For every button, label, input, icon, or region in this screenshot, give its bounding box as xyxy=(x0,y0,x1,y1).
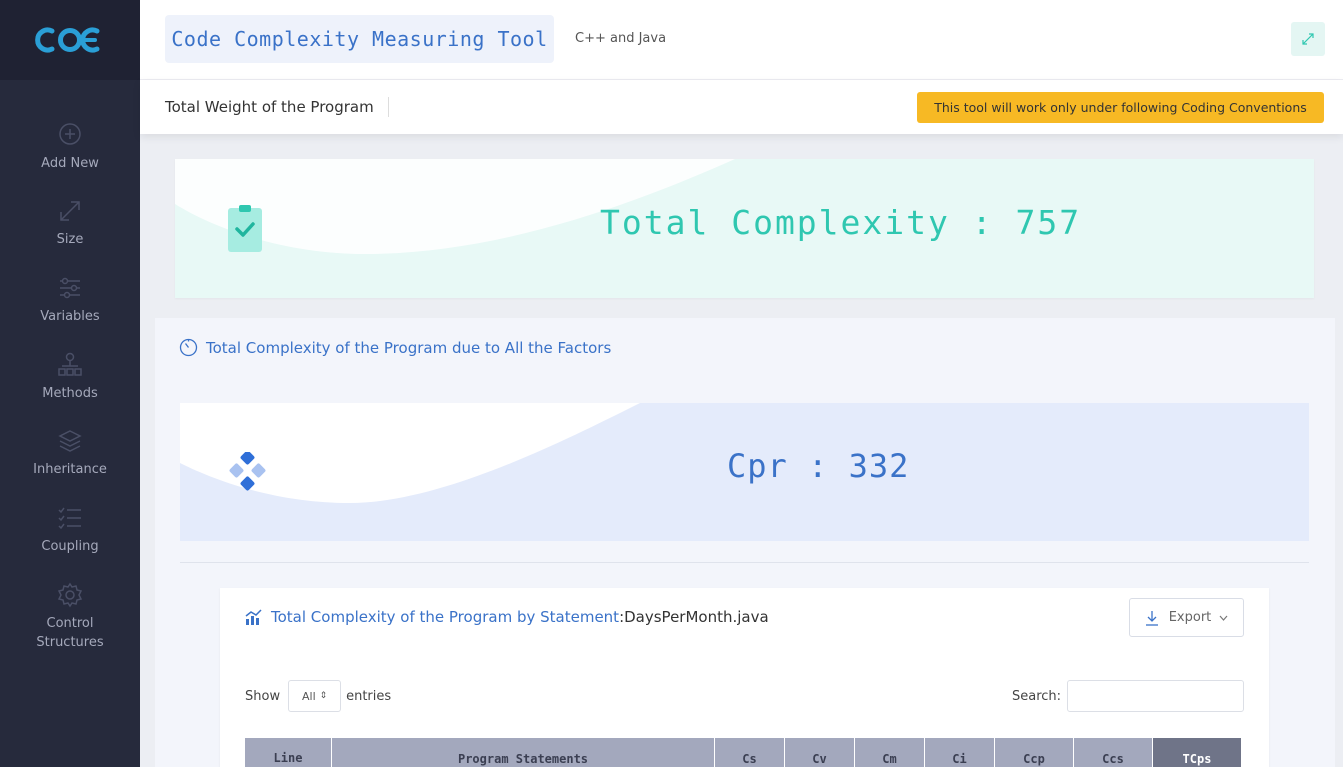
divider xyxy=(180,562,1309,563)
show-label: Show xyxy=(245,688,281,704)
sliders-icon xyxy=(57,275,83,301)
coding-conventions-button[interactable]: This tool will work only under following… xyxy=(917,92,1324,123)
page-size-select[interactable]: All ⇕ xyxy=(288,680,342,712)
column-header[interactable]: Cs xyxy=(715,738,785,767)
sidebar-item-label: Control Structures xyxy=(36,616,104,650)
download-icon xyxy=(1145,610,1158,626)
panel-title: Total Complexity of the Program due to A… xyxy=(206,338,612,357)
total-complexity-value: Total Complexity : 757 xyxy=(600,203,1082,242)
logo-icon xyxy=(35,27,100,53)
search-control: Search: xyxy=(1012,680,1245,712)
panel-header: Total Complexity of the Program due to A… xyxy=(179,338,611,357)
sidebar-item-label: Inheritance xyxy=(33,462,107,477)
expand-arrows-icon xyxy=(57,198,83,224)
page-title: Total Weight of the Program xyxy=(165,97,389,117)
export-button[interactable]: Export xyxy=(1129,598,1244,637)
export-label: Export xyxy=(1168,610,1212,625)
column-header[interactable]: Ccp xyxy=(995,738,1074,767)
sidebar-item-label: Variables xyxy=(40,309,100,324)
column-header[interactable]: Cv xyxy=(785,738,855,767)
column-header[interactable]: Program Statements xyxy=(332,738,715,767)
sidebar-item-variables[interactable]: Variables xyxy=(0,275,140,326)
sidebar-item-add-new[interactable]: Add New xyxy=(0,122,140,173)
subheader: Total Weight of the Program This tool wi… xyxy=(140,80,1343,134)
sidebar-item-size[interactable]: Size xyxy=(0,198,140,249)
cpr-card: Cpr : 332 xyxy=(180,403,1309,541)
chart-line-icon xyxy=(245,609,262,625)
sidebar-item-label: Size xyxy=(56,232,84,247)
checklist-icon xyxy=(57,505,83,531)
fullscreen-button[interactable] xyxy=(1291,22,1325,56)
search-input[interactable] xyxy=(1067,680,1245,712)
column-header[interactable]: Ci xyxy=(925,738,995,767)
layers-icon xyxy=(57,428,83,454)
sidebar: Add New Size Variables Methods Inheritan… xyxy=(0,0,140,767)
app-title-box: Code Complexity Measuring Tool xyxy=(165,15,554,63)
hierarchy-icon xyxy=(57,352,83,378)
statement-table-card: Total Complexity of the Program by State… xyxy=(220,588,1269,767)
page-size-control: Show All ⇕ entries xyxy=(245,680,391,712)
sidebar-item-inheritance[interactable]: Inheritance xyxy=(0,428,140,479)
sort-arrows-icon: ⇕ xyxy=(319,691,328,701)
sidebar-item-coupling[interactable]: Coupling xyxy=(0,505,140,556)
column-header[interactable]: TCps xyxy=(1153,738,1242,767)
app-subtitle: C++ and Java xyxy=(575,31,667,46)
sidebar-item-control-structures[interactable]: Control Structures xyxy=(0,582,140,652)
fullscreen-icon xyxy=(1302,33,1314,45)
column-header[interactable]: LineNo xyxy=(245,738,332,767)
table-card-header: Total Complexity of the Program by State… xyxy=(245,608,769,626)
logo[interactable] xyxy=(0,0,140,80)
entries-label: entries xyxy=(346,688,392,704)
gear-icon xyxy=(57,582,83,608)
sidebar-item-label: Coupling xyxy=(41,539,99,554)
file-name: DaysPerMonth.java xyxy=(624,608,769,626)
table-header: LineNoProgram StatementsCsCvCmCiCcpCcsTC… xyxy=(245,738,1242,767)
table-card-title: Total Complexity of the Program by State… xyxy=(271,608,620,626)
timer-icon xyxy=(179,338,198,357)
sidebar-item-methods[interactable]: Methods xyxy=(0,352,140,403)
header: Code Complexity Measuring Tool C++ and J… xyxy=(140,0,1343,80)
page-size-value: All xyxy=(301,689,316,703)
clipboard-check-icon xyxy=(228,205,262,257)
diamonds-icon xyxy=(228,450,270,498)
factors-panel: Total Complexity of the Program due to A… xyxy=(155,318,1335,767)
cpr-value: Cpr : 332 xyxy=(727,447,910,485)
sidebar-item-label: Add New xyxy=(41,156,99,171)
plus-circle-icon xyxy=(57,122,83,148)
app-title: Code Complexity Measuring Tool xyxy=(171,27,548,51)
sidebar-item-label: Methods xyxy=(42,386,98,401)
search-label: Search: xyxy=(1012,688,1062,704)
chevron-down-icon xyxy=(1219,615,1228,621)
column-header[interactable]: Ccs xyxy=(1074,738,1153,767)
column-header[interactable]: Cm xyxy=(855,738,925,767)
total-complexity-card: Total Complexity : 757 xyxy=(175,159,1314,298)
